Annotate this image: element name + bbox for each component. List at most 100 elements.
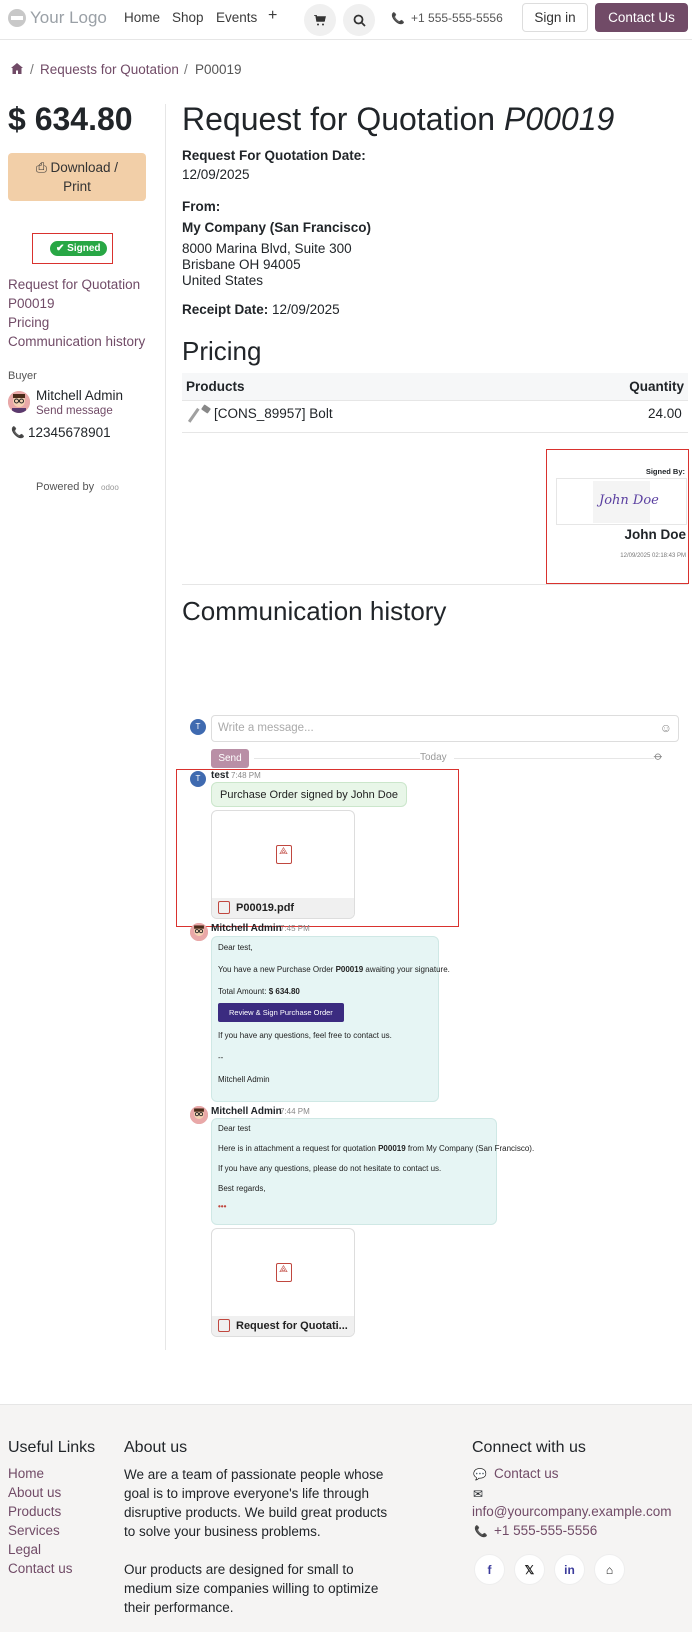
expand-more-button[interactable]: ••• — [218, 1202, 226, 1211]
attachment-name[interactable]: P00019.pdf — [212, 898, 354, 918]
about-text: their performance. — [124, 1600, 234, 1615]
total-amount: Total Amount: $ 634.80 — [218, 987, 300, 996]
odoo-logo[interactable]: odoo — [101, 483, 119, 492]
receipt-date-value: 12/09/2025 — [272, 302, 340, 317]
page-title: Request for Quotation P00019 — [182, 101, 614, 138]
emoji-icon[interactable]: ☺ — [660, 721, 672, 735]
divider — [454, 758, 654, 759]
x-twitter-icon[interactable]: 𝕏 — [514, 1554, 545, 1585]
toc-link-communication[interactable]: Communication history — [8, 334, 145, 349]
attachment-filename: Request for Quotati... — [236, 1320, 348, 1332]
row-divider — [182, 400, 688, 401]
home-icon[interactable] — [11, 63, 23, 74]
message-line: If you have any questions, feel free to … — [218, 1031, 392, 1040]
toc-link-ref[interactable]: P00019 — [8, 296, 55, 311]
header-phone[interactable]: +1 555-555-5556 — [411, 11, 503, 25]
message-avatar — [190, 1106, 208, 1124]
buyer-label: Buyer — [8, 370, 37, 382]
paperclip-icon[interactable]: ⌀ — [651, 748, 666, 763]
message-input[interactable]: Write a message... ☺ — [211, 715, 679, 742]
line-ref: P00019 — [335, 965, 364, 974]
nav-events[interactable]: Events — [216, 10, 257, 25]
breadcrumb-separator: / — [30, 62, 34, 77]
about-text: medium size companies willing to optimiz… — [124, 1581, 379, 1596]
signature-image: John Doe — [556, 478, 687, 525]
footer-link-products[interactable]: Products — [8, 1504, 61, 1519]
title-prefix: Request for Quotation — [182, 101, 496, 137]
printer-icon: ⎙ — [35, 160, 47, 175]
attachment-card[interactable]: P00019.pdf — [211, 810, 355, 919]
envelope-icon: ✉ — [473, 1487, 484, 1501]
message-time: 7:44 PM — [280, 1107, 310, 1116]
signature-script: John Doe — [599, 493, 659, 508]
line-text: Here is in attachment a request for quot… — [218, 1144, 379, 1153]
review-sign-wrap: Review & Sign Purchase Order — [218, 1003, 344, 1022]
linkedin-icon[interactable]: in — [554, 1554, 585, 1585]
phone-icon: 📞 — [391, 13, 405, 25]
footer-link-home[interactable]: Home — [8, 1466, 44, 1481]
message-avatar: T — [190, 771, 206, 787]
buyer-name: Mitchell Admin — [36, 388, 124, 403]
cart-icon[interactable] — [304, 4, 336, 36]
from-label: From: — [182, 199, 221, 214]
print-label: Print — [63, 179, 91, 194]
attachment-card[interactable]: Request for Quotati... — [211, 1228, 355, 1337]
total-value: $ 634.80 — [268, 987, 300, 996]
pricing-title: Pricing — [182, 336, 262, 366]
search-icon[interactable] — [343, 4, 375, 36]
message-body: Dear test Here is in attachment a reques… — [211, 1118, 534, 1225]
toc-link-rfq[interactable]: Request for Quotation — [8, 277, 140, 292]
pdf-icon — [276, 845, 292, 864]
signed-date: 12/09/2025 02:18:43 PM — [620, 553, 686, 559]
footer-phone[interactable]: +1 555-555-5556 — [494, 1523, 597, 1538]
send-button[interactable]: Send — [211, 749, 249, 768]
signed-highlight: ✔ Signed — [32, 233, 113, 264]
message-line: Here is in attachment a request for quot… — [218, 1144, 534, 1153]
download-label: Download / — [50, 160, 119, 175]
footer-link-services[interactable]: Services — [8, 1523, 60, 1538]
message-time: 7:48 PM — [231, 771, 261, 780]
review-sign-button[interactable]: Review & Sign Purchase Order — [218, 1003, 344, 1022]
toc-link-pricing[interactable]: Pricing — [8, 315, 49, 330]
nav-home[interactable]: Home — [124, 10, 160, 25]
footer-link-about[interactable]: About us — [8, 1485, 61, 1500]
logo[interactable]: Your Logo — [8, 8, 107, 28]
footer-email[interactable]: info@yourcompany.example.com — [472, 1504, 672, 1519]
breadcrumb-rfq[interactable]: Requests for Quotation — [40, 62, 179, 77]
footer-contact-link[interactable]: Contact us — [494, 1466, 559, 1481]
section-divider — [182, 584, 688, 585]
divider — [254, 758, 420, 759]
contact-us-button[interactable]: Contact Us — [595, 3, 688, 32]
download-print-button[interactable]: ⎙ Download / Print — [8, 153, 146, 201]
signin-button[interactable]: Sign in — [522, 3, 588, 32]
nav-more-plus[interactable]: + — [268, 7, 277, 25]
phone-icon: 📞 — [11, 427, 25, 439]
footer-link-contact[interactable]: Contact us — [8, 1561, 73, 1576]
row-divider — [182, 432, 688, 433]
nav-shop[interactable]: Shop — [172, 10, 204, 25]
line-text: from My Company (San Francisco). — [405, 1144, 535, 1153]
footer-link-legal[interactable]: Legal — [8, 1542, 41, 1557]
message-placeholder: Write a message... — [218, 722, 314, 734]
message-body: Dear test, You have a new Purchase Order… — [211, 936, 450, 1102]
message-author: test — [211, 770, 229, 781]
about-text: Our products are designed for small to — [124, 1562, 354, 1577]
about-text: goal is to improve everyone's life throu… — [124, 1486, 369, 1501]
powered-by: Powered by — [36, 481, 95, 493]
sidebar-divider — [165, 104, 166, 1350]
signature-highlight: Signed By: John Doe John Doe 12/09/2025 … — [546, 449, 689, 584]
signed-badge: ✔ Signed — [50, 241, 107, 256]
address-line1: 8000 Marina Blvd, Suite 300 — [182, 241, 352, 256]
chat-icon: 💬 — [473, 1469, 487, 1481]
message-author: Mitchell Admin — [211, 923, 282, 934]
attachment-name[interactable]: Request for Quotati... — [212, 1316, 354, 1336]
line-ref: P00019 — [378, 1144, 406, 1153]
communication-title: Communication history — [182, 596, 447, 626]
facebook-icon[interactable]: f — [474, 1554, 505, 1585]
attachment-filename: P00019.pdf — [236, 902, 295, 914]
send-message-link[interactable]: Send message — [36, 405, 113, 417]
useful-links-title: Useful Links — [8, 1439, 96, 1456]
home-icon[interactable]: ⌂ — [594, 1554, 625, 1585]
table-header: Products Quantity — [182, 373, 688, 400]
message-line: If you have any questions, please do not… — [218, 1164, 442, 1173]
